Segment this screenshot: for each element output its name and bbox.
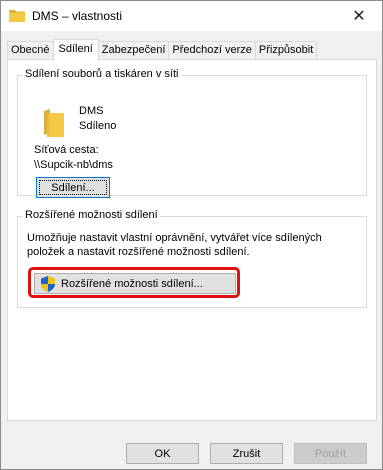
network-sharing-legend: Sdílení souborů a tiskáren v síti <box>23 68 181 80</box>
apply-button-label: Použít <box>314 447 347 460</box>
folder-status: Sdíleno <box>79 120 117 132</box>
ok-button-label: OK <box>154 447 171 460</box>
close-button[interactable]: ✕ <box>336 1 382 31</box>
network-path-value: \\Supcik-nb\dms <box>34 159 113 171</box>
shared-folder-icon <box>44 109 64 137</box>
tab-security[interactable]: Zabezpečení <box>97 41 170 60</box>
tab-strip: Obecné Sdílení Zabezpečení Předchozí ver… <box>7 39 318 61</box>
apply-button: Použít <box>294 443 367 464</box>
share-button-label: Sdílení... <box>51 181 95 194</box>
tab-general[interactable]: Obecné <box>7 41 54 60</box>
advanced-description-line-2: položek a nastavit rozšířené možnosti sd… <box>27 246 250 258</box>
folder-icon <box>9 10 25 22</box>
ok-button[interactable]: OK <box>126 443 199 464</box>
cancel-button-label: Zrušit <box>232 447 261 460</box>
properties-dialog: DMS – vlastnosti ✕ Obecné Sdílení Zabezp… <box>0 0 383 470</box>
uac-shield-icon <box>41 276 55 292</box>
advanced-sharing-button-label: Rozšířené možnosti sdílení... <box>61 277 203 290</box>
folder-name: DMS <box>79 105 104 117</box>
share-button[interactable]: Sdílení... <box>36 177 110 198</box>
tab-sharing[interactable]: Sdílení <box>52 39 99 61</box>
close-icon: ✕ <box>352 8 366 25</box>
title-bar: DMS – vlastnosti ✕ <box>1 1 382 31</box>
cancel-button[interactable]: Zrušit <box>210 443 283 464</box>
advanced-sharing-button[interactable]: Rozšířené možnosti sdílení... <box>34 273 236 294</box>
network-sharing-group: Sdílení souborů a tiskáren v síti DMS Sd… <box>17 68 367 198</box>
advanced-description-line-1: Umožňuje nastavit vlastní oprávnění, vyt… <box>27 232 322 244</box>
advanced-sharing-legend: Rozšířené možnosti sdílení <box>23 209 160 221</box>
tab-customize[interactable]: Přizpůsobit <box>254 41 318 60</box>
sharing-panel: Sdílení souborů a tiskáren v síti DMS Sd… <box>7 59 377 421</box>
network-path-label: Síťová cesta: <box>34 144 99 156</box>
tab-previous-versions[interactable]: Předchozí verze <box>168 41 256 60</box>
window-title: DMS – vlastnosti <box>32 9 123 23</box>
